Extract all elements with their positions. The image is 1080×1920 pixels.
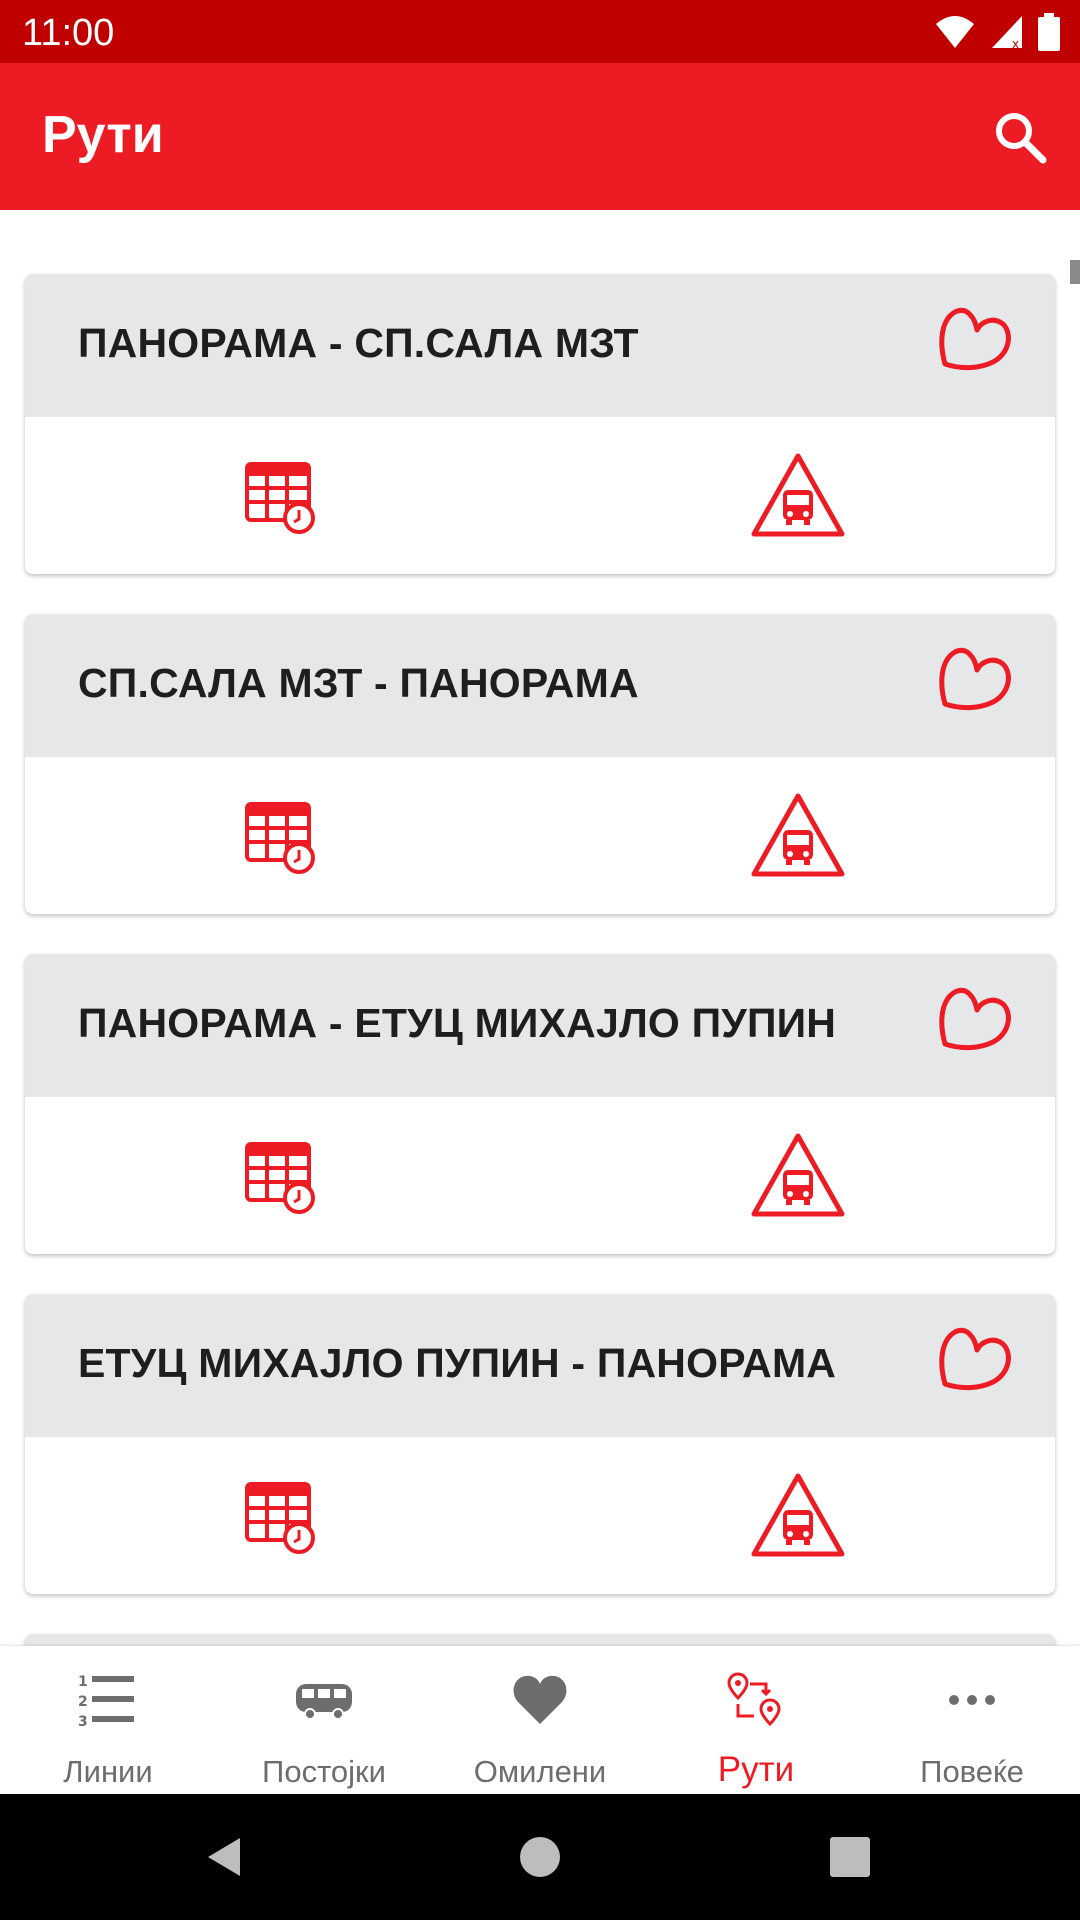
bus-alert-button[interactable] — [750, 452, 846, 538]
battery-icon — [1038, 13, 1060, 51]
route-card-header[interactable]: СП.САЛА МЗТ - ПАНОРАМА — [25, 614, 1055, 757]
heart-icon — [513, 1675, 567, 1724]
timetable-icon — [245, 462, 315, 534]
bottom-navigation: 1 2 3 Линии Постојки Омилени Рути Повеќе — [0, 1646, 1080, 1794]
wifi-icon — [936, 16, 974, 48]
nav-item-favorites[interactable]: Омилени — [432, 1646, 648, 1794]
search-button[interactable] — [990, 107, 1050, 167]
svg-text:3: 3 — [78, 1714, 88, 1730]
timetable-icon — [245, 1142, 315, 1214]
nav-label: Постојки — [262, 1754, 386, 1789]
more-dots-icon — [949, 1695, 995, 1705]
timetable-button[interactable] — [245, 1482, 317, 1554]
recents-icon[interactable] — [825, 1832, 875, 1882]
nav-label: Линии — [63, 1754, 153, 1789]
heart-outline-icon — [939, 308, 1011, 371]
route-card[interactable]: ЕТУЦ МИХАЈЛО ПУПИН - ПАНОРАМА — [25, 1294, 1055, 1594]
favorite-button[interactable] — [937, 302, 1015, 380]
svg-text:2: 2 — [78, 1694, 88, 1710]
app-bar: Рути — [0, 63, 1080, 210]
timetable-button[interactable] — [245, 462, 317, 534]
route-icon — [727, 1672, 781, 1727]
home-icon[interactable] — [515, 1832, 565, 1882]
bus-warning-icon — [751, 453, 845, 537]
favorite-button[interactable] — [937, 1322, 1015, 1400]
heart-outline-icon — [939, 1328, 1011, 1391]
system-navigation-bar — [0, 1794, 1080, 1920]
status-time: 11:00 — [22, 12, 115, 54]
nav-label: Омилени — [473, 1754, 607, 1789]
signal-icon: x — [992, 16, 1022, 50]
status-bar: 11:00 x — [0, 0, 1080, 63]
nav-item-more[interactable]: Повеќе — [864, 1646, 1080, 1794]
routes-list[interactable]: ПАНОРАМА - СП.САЛА МЗТ СП.САЛА МЗТ - ПАН… — [0, 210, 1080, 1646]
route-card[interactable]: СП.САЛА МЗТ - ПАНОРАМА — [25, 614, 1055, 914]
route-card-header[interactable]: ПАНОРАМА - СП.САЛА МЗТ — [25, 274, 1055, 417]
scrollbar[interactable] — [1070, 260, 1080, 284]
bus-warning-icon — [751, 793, 845, 877]
back-icon[interactable] — [200, 1832, 250, 1882]
bus-warning-icon — [751, 1133, 845, 1217]
nav-item-routes[interactable]: Рути — [648, 1646, 864, 1794]
search-icon — [996, 113, 1047, 164]
route-card-header[interactable]: ПАНОРАМА - ЕТУЦ МИХАЈЛО ПУПИН — [25, 954, 1055, 1097]
heart-outline-icon — [939, 988, 1011, 1051]
timetable-icon — [245, 1482, 315, 1554]
route-title: ПАНОРАМА - ЕТУЦ МИХАЈЛО ПУПИН — [78, 1000, 837, 1046]
numbered-list-icon: 1 2 3 — [78, 1674, 134, 1730]
bus-icon — [296, 1684, 352, 1720]
route-title: ПАНОРАМА - СП.САЛА МЗТ — [78, 320, 639, 366]
nav-item-lines[interactable]: 1 2 3 Линии — [0, 1646, 216, 1794]
favorite-button[interactable] — [937, 642, 1015, 720]
heart-outline-icon — [939, 648, 1011, 711]
route-title: ЕТУЦ МИХАЈЛО ПУПИН - ПАНОРАМА — [78, 1340, 837, 1386]
bus-alert-button[interactable] — [750, 1472, 846, 1558]
route-title: СП.САЛА МЗТ - ПАНОРАМА — [78, 660, 639, 706]
svg-text:1: 1 — [78, 1674, 88, 1690]
bus-warning-icon — [751, 1473, 845, 1557]
nav-item-stops[interactable]: Постојки — [216, 1646, 432, 1794]
route-card-header[interactable]: ЕТУЦ МИХАЈЛО ПУПИН - ПАНОРАМА — [25, 1294, 1055, 1437]
nav-label: Рути — [717, 1750, 795, 1789]
page-title: Рути — [42, 106, 164, 164]
timetable-button[interactable] — [245, 1142, 317, 1214]
route-card-partial[interactable] — [25, 1634, 1055, 1646]
route-card[interactable]: ПАНОРАМА - ЕТУЦ МИХАЈЛО ПУПИН — [25, 954, 1055, 1254]
bus-alert-button[interactable] — [750, 792, 846, 878]
status-icons: x — [934, 10, 1060, 54]
timetable-icon — [245, 802, 315, 874]
favorite-button[interactable] — [937, 982, 1015, 1060]
svg-text:x: x — [1012, 37, 1019, 50]
route-card[interactable]: ПАНОРАМА - СП.САЛА МЗТ — [25, 274, 1055, 574]
nav-label: Повеќе — [920, 1754, 1024, 1789]
bus-alert-button[interactable] — [750, 1132, 846, 1218]
timetable-button[interactable] — [245, 802, 317, 874]
